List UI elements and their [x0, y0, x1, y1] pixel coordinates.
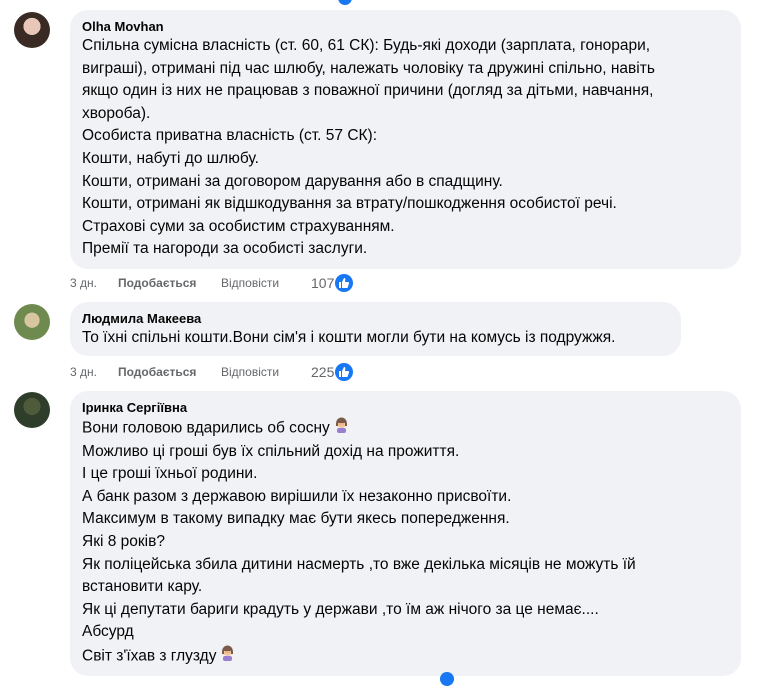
thumbs-up-icon[interactable]: [335, 274, 354, 292]
comment-line-text: Вони головою вдарились об сосну: [82, 419, 330, 437]
comment-line: виграші), отримані під час шлюбу, належа…: [82, 59, 655, 77]
comment-line: Спільна сумісна власність (ст. 60, 61 СК…: [82, 37, 651, 54]
like-button[interactable]: Подобається: [118, 276, 221, 290]
comment-author[interactable]: Людмила Макеева: [82, 310, 669, 327]
comment-text: Спільна сумісна власність (ст. 60, 61 СК…: [82, 35, 729, 261]
comment-line: встановити кару.: [82, 578, 203, 596]
comment-bubble: Іринка Сергіївна Вони головою вдарились …: [70, 391, 741, 676]
comment-line: Світ з'їхав з глузду: [82, 644, 729, 669]
comment-bubble: Olha Movhan Спільна сумісна власність (с…: [70, 10, 741, 269]
comment-line: Абсурд: [82, 623, 134, 641]
comment-line: Як ці депутати бариги крадуть у держави …: [82, 600, 599, 618]
comment-line: Максимум в такому випадку має бути якесь…: [82, 510, 510, 528]
comment-actions: 3 дн. Подобається Відповісти 225: [70, 363, 354, 381]
comment-line: Кошти, набуті до шлюбу.: [82, 149, 259, 167]
comment-line: Як поліцейська збила дитини насмерть ,то…: [82, 555, 636, 573]
comment-line-text: Світ з'їхав з глузду: [82, 647, 217, 665]
avatar[interactable]: [14, 304, 50, 340]
reaction-count[interactable]: 107: [311, 275, 334, 291]
comment-line: І це гроші їхньої родини.: [82, 465, 258, 483]
comment-line: Премії та нагороди за особисті заслуги.: [82, 240, 368, 258]
comment-bubble: Людмила Макеева То їхні спільні кошти.Во…: [70, 302, 681, 356]
comment-line: Вони головою вдарились об сосну: [82, 416, 729, 441]
comment-timestamp[interactable]: 3 дн.: [70, 276, 118, 290]
comment-author[interactable]: Іринка Сергіївна: [82, 399, 729, 416]
comment-actions: 3 дн. Подобається Відповісти 107: [70, 274, 354, 292]
comment-line: Які 8 років?: [82, 532, 165, 550]
woman-facepalming-icon: [219, 644, 236, 669]
reaction-icon-top: [338, 0, 352, 5]
comment-line: хвороба).: [82, 104, 151, 122]
thumbs-up-icon[interactable]: [335, 363, 354, 381]
comment-author[interactable]: Olha Movhan: [82, 18, 729, 35]
comment-line: Можливо ці гроші був їх спільний дохід н…: [82, 442, 460, 460]
comment-timestamp[interactable]: 3 дн.: [70, 365, 118, 379]
comment-line: Кошти, отримані як відшкодування за втра…: [82, 195, 617, 213]
reply-button[interactable]: Відповісти: [221, 365, 311, 379]
avatar[interactable]: [14, 12, 50, 48]
comment-line: То їхні спільні кошти.Вони сім'я і кошти…: [82, 329, 616, 346]
reaction-count[interactable]: 225: [311, 364, 334, 380]
comment-line: Страхові суми за особистим страхуванням.: [82, 217, 395, 235]
comment-text: То їхні спільні кошти.Вони сім'я і кошти…: [82, 327, 669, 350]
woman-facepalming-icon: [333, 416, 350, 441]
comment-line: А банк разом з державою вирішили їх неза…: [82, 487, 512, 505]
comment-line: якщо один із них не працював з поважної …: [82, 82, 654, 100]
comment-text: Вони головою вдарились об сосну Можливо …: [82, 416, 729, 669]
reaction-icon-bottom: [440, 672, 454, 686]
like-button[interactable]: Подобається: [118, 365, 221, 379]
reply-button[interactable]: Відповісти: [221, 276, 311, 290]
comment-line: Кошти, отримані за договором дарування а…: [82, 172, 503, 190]
comment-line: Особиста приватна власність (ст. 57 СК):: [82, 127, 378, 145]
avatar[interactable]: [14, 392, 50, 428]
